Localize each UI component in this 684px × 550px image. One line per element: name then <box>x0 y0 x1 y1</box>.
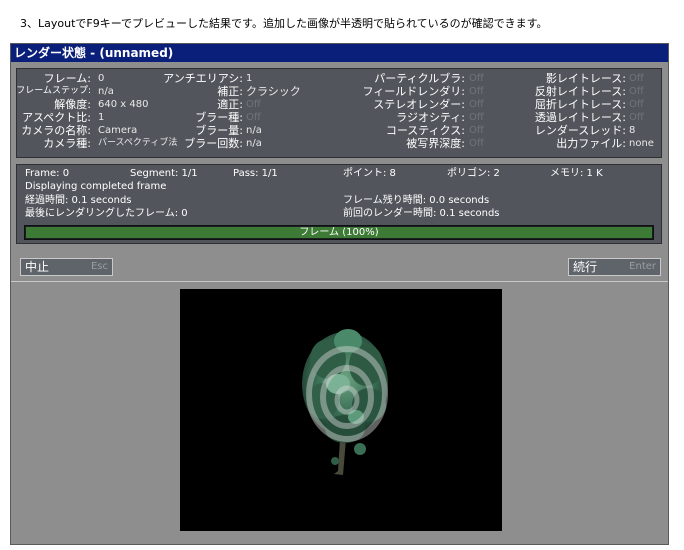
render-status-panel: Frame: 0 Segment: 1/1 Pass: 1/1 ポイント: 8 … <box>16 164 662 244</box>
particle-blur-label: パーティクルブラ: <box>374 72 465 85</box>
camera-name-label: カメラの名称: <box>21 124 91 137</box>
frame-progress-bar: フレーム (100%) <box>24 225 654 240</box>
abort-button[interactable]: 中止 Esc <box>20 258 113 276</box>
caustics-value: Off <box>469 125 484 136</box>
blur-passes-label: ブラー回数: <box>184 137 243 150</box>
rendered-tree-image <box>302 329 388 475</box>
frame-step-value: n/a <box>98 86 114 97</box>
status-prev-render: 前回のレンダー時間: 0.1 seconds <box>343 208 500 219</box>
status-pass: Pass: 1/1 <box>233 168 278 179</box>
blur-type-label: ブラー種: <box>195 111 243 124</box>
render-status-window: レンダー状態 - (unnamed) フレーム: 0 フレームステップ: n/a… <box>10 43 669 545</box>
correction-label: 補正: <box>217 85 243 98</box>
status-elapsed: 経過時間: 0.1 seconds <box>25 195 132 206</box>
camera-type-label: カメラ種: <box>43 137 91 150</box>
correction-value: クラシック <box>246 85 301 98</box>
antialias-label: アンチエリアシ: <box>163 72 243 85</box>
render-preview-image <box>180 289 502 531</box>
blur-amount-value: n/a <box>246 125 262 136</box>
aspect-ratio-value: 1 <box>98 112 105 123</box>
antialias-value: 1 <box>246 73 253 84</box>
refraction-raytrace-value: Off <box>629 99 644 110</box>
blur-amount-label: ブラー量: <box>195 124 243 137</box>
adaptive-value: Off <box>246 99 261 110</box>
shadow-raytrace-label: 影レイトレース: <box>545 72 626 85</box>
blur-passes-value: n/a <box>246 138 262 149</box>
particle-blur-value: Off <box>469 73 484 84</box>
caustics-label: コースティクス: <box>385 124 465 137</box>
render-settings-panel: フレーム: 0 フレームステップ: n/a 解像度: 640 x 480 アスペ… <box>16 68 662 158</box>
radiosity-value: Off <box>469 112 484 123</box>
field-render-label: フィールドレンダリ: <box>362 85 466 98</box>
status-remaining: フレーム残り時間: 0.0 seconds <box>343 195 490 206</box>
resolution-value: 640 x 480 <box>98 99 149 110</box>
aspect-ratio-label: アスペクト比: <box>22 111 91 124</box>
frame-value: 0 <box>98 73 105 84</box>
status-points: ポイント: 8 <box>343 168 396 179</box>
caption-text: 3、LayoutでF9キーでプレビューした結果です。追加した画像が半透明で貼られ… <box>20 17 548 30</box>
transparency-raytrace-label: 透過レイトレース: <box>534 111 626 124</box>
render-threads-value: 8 <box>629 125 636 136</box>
shadow-raytrace-value: Off <box>629 73 644 84</box>
radiosity-label: ラジオシティ: <box>396 111 465 124</box>
refraction-raytrace-label: 屈折レイトレース: <box>534 98 626 111</box>
camera-type-value: パースペクティブ法 <box>98 138 178 148</box>
output-file-label: 出力ファイル: <box>556 137 626 150</box>
continue-button[interactable]: 続行 Enter <box>568 258 661 276</box>
stereo-render-label: ステレオレンダー: <box>373 98 465 111</box>
status-memory: メモリ: 1 K <box>550 168 603 179</box>
continue-button-label: 続行 <box>573 260 598 274</box>
abort-shortcut-hint: Esc <box>90 261 108 272</box>
status-segment: Segment: 1/1 <box>130 168 198 179</box>
depth-of-field-value: Off <box>469 138 484 149</box>
status-displaying: Displaying completed frame <box>25 181 167 192</box>
transparency-raytrace-value: Off <box>629 112 644 123</box>
frame-label: フレーム: <box>43 72 91 85</box>
divider <box>11 281 668 282</box>
camera-name-value: Camera <box>98 125 138 136</box>
field-render-value: Off <box>469 86 484 97</box>
reflection-raytrace-label: 反射レイトレース: <box>534 85 626 98</box>
window-title: レンダー状態 - (unnamed) <box>11 44 668 62</box>
depth-of-field-label: 被写界深度: <box>406 137 465 150</box>
continue-shortcut-hint: Enter <box>629 261 656 272</box>
status-last-frame: 最後にレンダリングしたフレーム: 0 <box>25 208 188 219</box>
frame-step-label: フレームステップ: <box>16 86 91 96</box>
output-file-value: none <box>629 138 654 149</box>
render-threads-label: レンダースレッド: <box>534 124 626 137</box>
resolution-label: 解像度: <box>54 98 91 111</box>
reflection-raytrace-value: Off <box>629 86 644 97</box>
status-frame: Frame: 0 <box>25 168 70 179</box>
blur-type-value: Off <box>246 112 261 123</box>
status-polygons: ポリゴン: 2 <box>447 168 500 179</box>
abort-button-label: 中止 <box>25 260 50 274</box>
adaptive-label: 適正: <box>217 98 243 111</box>
progress-label: フレーム (100%) <box>299 227 379 238</box>
stereo-render-value: Off <box>469 99 484 110</box>
